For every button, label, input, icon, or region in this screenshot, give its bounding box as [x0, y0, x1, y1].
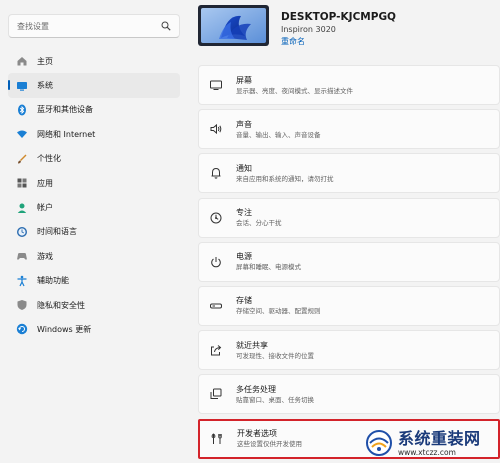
bluetooth-icon — [16, 104, 28, 116]
card-nearby-sharing[interactable]: 就近共享 可发现性、接收文件的位置 — [198, 330, 500, 371]
personalization-icon — [16, 153, 28, 165]
sidebar-item-home[interactable]: 主页 — [8, 49, 180, 73]
accessibility-icon — [16, 275, 28, 287]
sidebar-item-label: 个性化 — [37, 154, 61, 164]
display-icon — [208, 77, 224, 93]
card-title: 多任务处理 — [236, 384, 276, 394]
sidebar-item-bluetooth[interactable]: 蓝牙和其他设备 — [8, 98, 180, 122]
storage-icon — [208, 298, 224, 314]
card-multitasking[interactable]: 多任务处理 贴靠窗口、桌面、任务切换 — [198, 374, 500, 415]
sidebar-item-windows-update[interactable]: Windows 更新 — [8, 317, 180, 341]
watermark-logo-icon — [366, 430, 392, 456]
sidebar-item-network[interactable]: 网络和 Internet — [8, 122, 180, 146]
card-subtitle: 音量、输出、输入、声音设备 — [236, 130, 321, 139]
card-subtitle: 显示器、亮度、夜间模式、显示描述文件 — [236, 86, 353, 95]
card-display[interactable]: 屏幕 显示器、亮度、夜间模式、显示描述文件 — [198, 65, 500, 105]
watermark-title: 系统重装网 — [398, 428, 481, 448]
developer-icon — [209, 431, 225, 447]
sidebar-item-label: 隐私和安全性 — [37, 300, 85, 310]
sidebar-item-label: 游戏 — [37, 251, 53, 261]
focus-icon — [208, 210, 224, 226]
card-subtitle: 来自应用和系统的通知，请勿打扰 — [236, 174, 334, 183]
card-title: 专注 — [236, 208, 252, 218]
sidebar: 主页 系统 蓝牙和其他设备 网络和 Internet 个性化 — [0, 0, 190, 463]
card-title: 存储 — [236, 296, 252, 306]
card-focus[interactable]: 专注 会话、分心干扰 — [198, 197, 500, 238]
card-title: 屏幕 — [236, 75, 252, 85]
card-subtitle: 可发现性、接收文件的位置 — [236, 351, 314, 360]
device-header: DESKTOP-KJCMPGQ Inspiron 3020 重命名 — [198, 5, 493, 50]
gaming-icon — [16, 250, 28, 262]
card-subtitle: 这些设置仅供开发使用 — [237, 440, 302, 448]
watermark-url: www.xtczz.com — [398, 447, 456, 457]
sidebar-item-label: 时间和语言 — [37, 227, 77, 237]
sidebar-item-label: Windows 更新 — [37, 324, 92, 334]
nearby-sharing-icon — [208, 342, 224, 358]
sidebar-item-label: 蓝牙和其他设备 — [37, 105, 93, 115]
time-language-icon — [16, 226, 28, 238]
sidebar-item-label: 帐户 — [37, 203, 53, 213]
apps-icon — [16, 177, 28, 189]
account-icon — [16, 202, 28, 214]
sidebar-item-time-language[interactable]: 时间和语言 — [8, 220, 180, 244]
sidebar-item-gaming[interactable]: 游戏 — [8, 244, 180, 268]
search-box[interactable] — [8, 14, 180, 38]
card-notifications[interactable]: 通知 来自应用和系统的通知，请勿打扰 — [198, 153, 500, 194]
card-storage[interactable]: 存储 存储空间、驱动器、配置规则 — [198, 285, 500, 326]
notifications-icon — [208, 165, 224, 181]
sidebar-item-system[interactable]: 系统 — [8, 73, 180, 98]
card-title: 声音 — [236, 119, 252, 129]
sidebar-item-label: 网络和 Internet — [37, 129, 96, 139]
sidebar-item-privacy[interactable]: 隐私和安全性 — [8, 293, 180, 317]
device-model: Inspiron 3020 — [281, 25, 336, 34]
sidebar-item-apps[interactable]: 应用 — [8, 171, 180, 195]
device-name: DESKTOP-KJCMPGQ — [281, 11, 396, 23]
sound-icon — [208, 121, 224, 137]
card-title: 通知 — [236, 163, 252, 173]
windows-update-icon — [16, 323, 28, 335]
card-sound[interactable]: 声音 音量、输出、输入、声音设备 — [198, 109, 500, 150]
card-power[interactable]: 电源 屏幕和睡眠、电源模式 — [198, 241, 500, 282]
search-input[interactable] — [17, 21, 147, 31]
sidebar-item-personalization[interactable]: 个性化 — [8, 147, 180, 171]
card-subtitle: 屏幕和睡眠、电源模式 — [236, 263, 301, 272]
home-icon — [16, 55, 28, 67]
wallpaper-icon — [201, 8, 266, 43]
network-icon — [16, 128, 28, 140]
sidebar-item-label: 辅助功能 — [37, 276, 69, 286]
card-title: 电源 — [236, 252, 252, 262]
sidebar-item-label: 应用 — [37, 178, 53, 188]
card-subtitle: 贴靠窗口、桌面、任务切换 — [236, 395, 314, 404]
sidebar-item-accessibility[interactable]: 辅助功能 — [8, 269, 180, 293]
multitasking-icon — [208, 386, 224, 402]
search-icon[interactable] — [161, 21, 171, 31]
sidebar-item-label: 系统 — [37, 81, 53, 91]
power-icon — [208, 254, 224, 270]
watermark: 系统重装网 www.xtczz.com — [364, 425, 496, 461]
card-subtitle: 会话、分心干扰 — [236, 219, 282, 228]
sidebar-item-label: 主页 — [37, 56, 53, 66]
sidebar-item-accounts[interactable]: 帐户 — [8, 195, 180, 219]
privacy-icon — [16, 299, 28, 311]
system-icon — [16, 80, 28, 92]
device-thumbnail — [198, 5, 269, 46]
rename-link[interactable]: 重命名 — [281, 36, 305, 47]
card-title: 就近共享 — [236, 340, 268, 350]
settings-list: 屏幕 显示器、亮度、夜间模式、显示描述文件 声音 音量、输出、输入、声音设备 通… — [198, 65, 500, 463]
card-subtitle: 存储空间、驱动器、配置规则 — [236, 307, 321, 316]
sidebar-nav: 主页 系统 蓝牙和其他设备 网络和 Internet 个性化 应用 帐户 时间和… — [8, 49, 180, 342]
card-title: 开发者选项 — [237, 429, 277, 438]
